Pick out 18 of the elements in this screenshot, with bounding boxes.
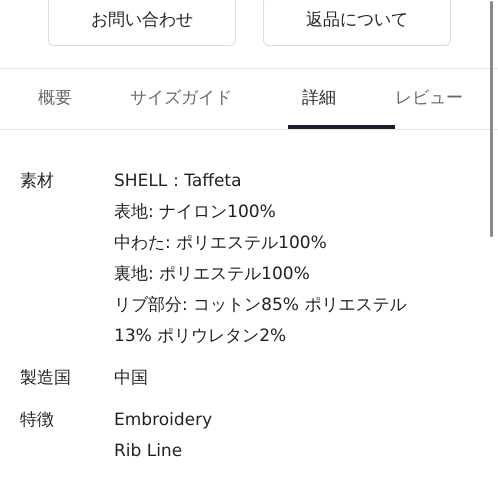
tab[interactable]: レビュー <box>395 69 498 129</box>
detail-value: リブ部分: コットン85% ポリエステル 13% ポリウレタン2% <box>114 294 408 348</box>
detail-label: 製造国 <box>19 367 72 390</box>
detail-value: Rib Line <box>114 440 184 463</box>
tab[interactable]: サイズガイド <box>130 69 288 129</box>
detail-label: 特徴 <box>19 409 55 432</box>
detail-value: 裏地: ポリエステル100% <box>114 263 311 286</box>
tab[interactable]: 詳細 <box>288 69 395 129</box>
detail-value: SHELL：Taffeta <box>114 170 242 193</box>
detail-value: 中わた: ポリエステル100% <box>114 232 328 255</box>
tab[interactable]: 概要 <box>0 69 130 129</box>
detail-label: 素材 <box>19 170 55 193</box>
detail-value: 表地: ナイロン100% <box>114 201 277 224</box>
detail-value: Embroidery <box>114 409 214 432</box>
action-button[interactable]: お問い合わせ <box>48 0 236 46</box>
detail-value: 中国 <box>114 367 149 390</box>
action-button[interactable]: 返品について <box>263 0 451 46</box>
scrollbar[interactable] <box>490 1 493 237</box>
